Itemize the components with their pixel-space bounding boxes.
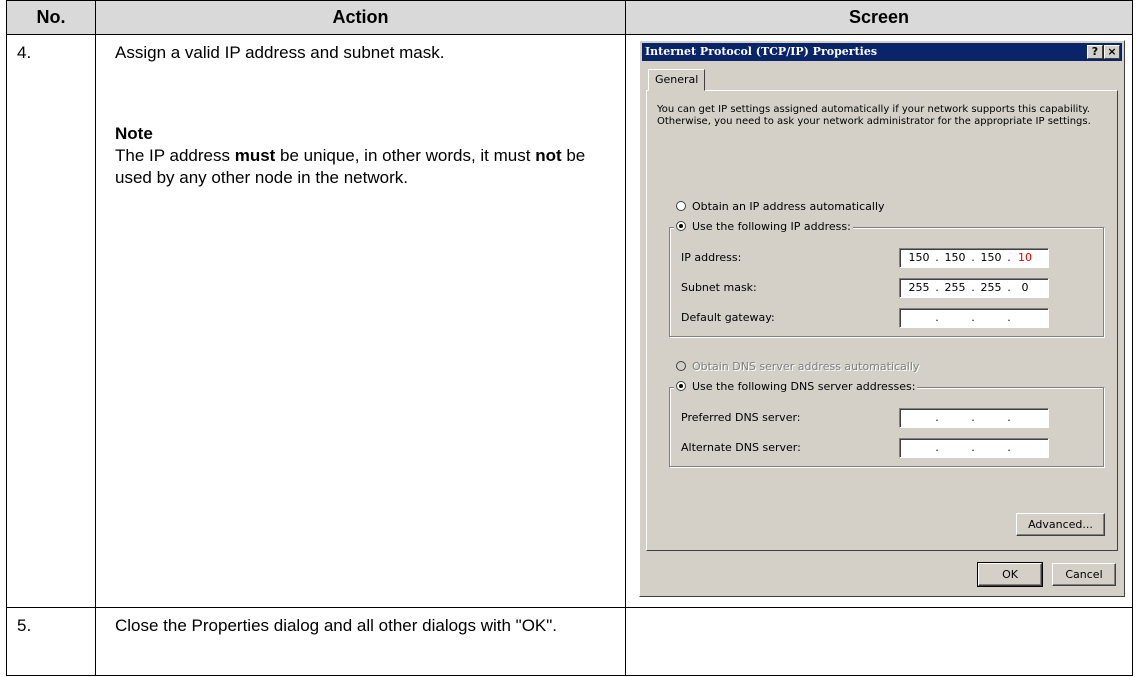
step-number: 5. <box>6 607 96 676</box>
ip-dot: . <box>971 441 975 454</box>
step-action: Close the Properties dialog and all othe… <box>95 607 626 676</box>
default-gateway-field[interactable]: . . . <box>899 308 1049 328</box>
step-screen: Internet Protocol (TCP/IP) Properties ? … <box>625 34 1133 608</box>
ip-octet: 150 <box>944 251 966 264</box>
ip-octet: 150 <box>908 251 930 264</box>
note-emphasis-must: must <box>234 146 276 165</box>
ip-octet: 255 <box>944 281 966 294</box>
header-action: Action <box>95 0 626 35</box>
radio-obtain-ip-auto[interactable]: Obtain an IP address automatically <box>676 200 885 214</box>
alternate-dns-field[interactable]: . . . <box>899 438 1049 458</box>
step-number: 4. <box>6 34 96 608</box>
ip-octet: 0 <box>1021 281 1029 294</box>
radio-use-following-ip[interactable]: Use the following IP address: <box>674 220 853 234</box>
note-emphasis-not: not <box>535 146 562 165</box>
ok-button[interactable]: OK <box>977 562 1043 587</box>
advanced-button[interactable]: Advanced... <box>1016 513 1105 536</box>
ip-dot: . <box>1007 311 1011 324</box>
ip-dot: . <box>971 311 975 324</box>
ip-dot: . <box>1007 411 1011 424</box>
instruction-table: No. Action Screen 4. Assign a valid IP a… <box>6 0 1133 676</box>
dialog-title: Internet Protocol (TCP/IP) Properties <box>645 45 878 58</box>
step-action: Assign a valid IP address and subnet mas… <box>95 34 626 608</box>
radio-button-icon <box>676 201 686 211</box>
help-button[interactable]: ? <box>1087 45 1103 59</box>
alternate-dns-label: Alternate DNS server: <box>681 441 801 454</box>
header-screen: Screen <box>625 0 1133 35</box>
subnet-mask-label: Subnet mask: <box>681 281 757 294</box>
radio-label: Obtain an IP address automatically <box>692 200 885 213</box>
ip-dot: . <box>935 441 939 454</box>
dialog-titlebar: Internet Protocol (TCP/IP) Properties ? … <box>642 43 1122 61</box>
radio-obtain-dns-auto[interactable]: Obtain DNS server address automatically <box>676 360 919 374</box>
radio-label: Use the following DNS server addresses: <box>692 380 916 393</box>
tab-general[interactable]: General <box>648 69 706 91</box>
radio-button-icon <box>676 361 686 371</box>
ip-address-field[interactable]: 150 . 150 . 150 . 10 <box>899 248 1049 268</box>
ip-octet-highlighted: 10 <box>1018 251 1032 264</box>
radio-use-following-dns[interactable]: Use the following DNS server addresses: <box>674 380 918 394</box>
ip-dot: . <box>971 411 975 424</box>
header-no: No. <box>6 0 96 35</box>
radio-button-selected-icon <box>676 381 686 391</box>
preferred-dns-field[interactable]: . . . <box>899 408 1049 428</box>
table-row: 4. Assign a valid IP address and subnet … <box>6 34 1133 608</box>
default-gateway-label: Default gateway: <box>681 311 775 324</box>
cancel-button[interactable]: Cancel <box>1052 563 1116 586</box>
subnet-mask-field[interactable]: 255 . 255 . 255 . 0 <box>899 278 1049 298</box>
note-heading: Note <box>115 124 153 143</box>
radio-button-selected-icon <box>676 221 686 231</box>
preferred-dns-label: Preferred DNS server: <box>681 411 801 424</box>
radio-label: Obtain DNS server address automatically <box>692 360 920 373</box>
ip-dot: . <box>1007 441 1011 454</box>
note-text-part: be unique, in other words, it must <box>275 146 536 165</box>
note-text-part: The IP address <box>115 146 235 165</box>
ip-dot: . <box>935 311 939 324</box>
ip-octet: 255 <box>908 281 930 294</box>
intro-text: You can get IP settings assigned automat… <box>657 104 1091 127</box>
step-screen <box>625 607 1133 676</box>
action-text: Close the Properties dialog and all othe… <box>115 616 558 635</box>
ip-octet: 150 <box>980 251 1002 264</box>
table-row: 5. Close the Properties dialog and all o… <box>6 607 1133 676</box>
table-header-row: No. Action Screen <box>6 0 1133 35</box>
ip-address-label: IP address: <box>681 251 742 264</box>
general-panel: You can get IP settings assigned automat… <box>646 90 1118 551</box>
action-text: Assign a valid IP address and subnet mas… <box>115 43 445 62</box>
note-text: The IP address must be unique, in other … <box>115 145 625 189</box>
ip-dot: . <box>935 411 939 424</box>
ip-octet: 255 <box>980 281 1002 294</box>
tcpip-properties-dialog: Internet Protocol (TCP/IP) Properties ? … <box>639 40 1125 597</box>
radio-label: Use the following IP address: <box>692 220 851 233</box>
close-button[interactable]: × <box>1104 45 1120 59</box>
